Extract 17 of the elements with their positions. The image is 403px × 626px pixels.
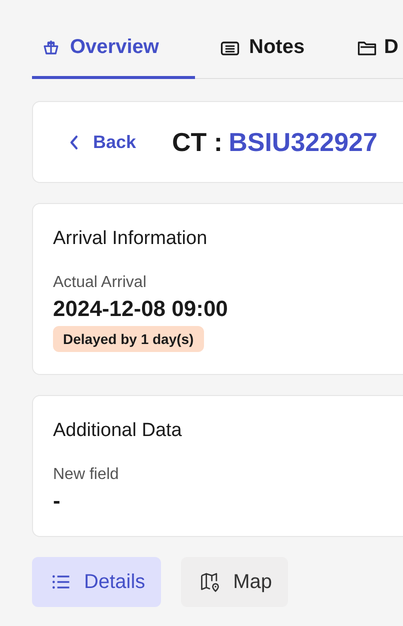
tab[interactable]: Notes — [195, 30, 336, 79]
field-label: Actual Arrival — [53, 274, 146, 292]
tab[interactable]: D — [336, 30, 398, 79]
field-label: New field — [53, 466, 119, 484]
card-title: Additional Data — [53, 420, 182, 442]
back-button[interactable]: Back — [69, 132, 136, 152]
container-number: BSIU322927 — [228, 126, 378, 158]
field-value: - — [53, 488, 60, 514]
field-value: 2024-12-08 09:00 — [53, 296, 228, 322]
view-button[interactable]: Map — [181, 557, 288, 607]
view-button[interactable]: Details — [32, 557, 162, 607]
delay-badge: Delayed by 1 day(s) — [53, 326, 204, 352]
card-title: Arrival Information — [53, 228, 208, 250]
chevron-left-icon — [69, 134, 79, 150]
map-icon — [199, 571, 222, 593]
tab[interactable]: Overview — [32, 30, 195, 79]
title-label: CT : — [172, 126, 223, 158]
